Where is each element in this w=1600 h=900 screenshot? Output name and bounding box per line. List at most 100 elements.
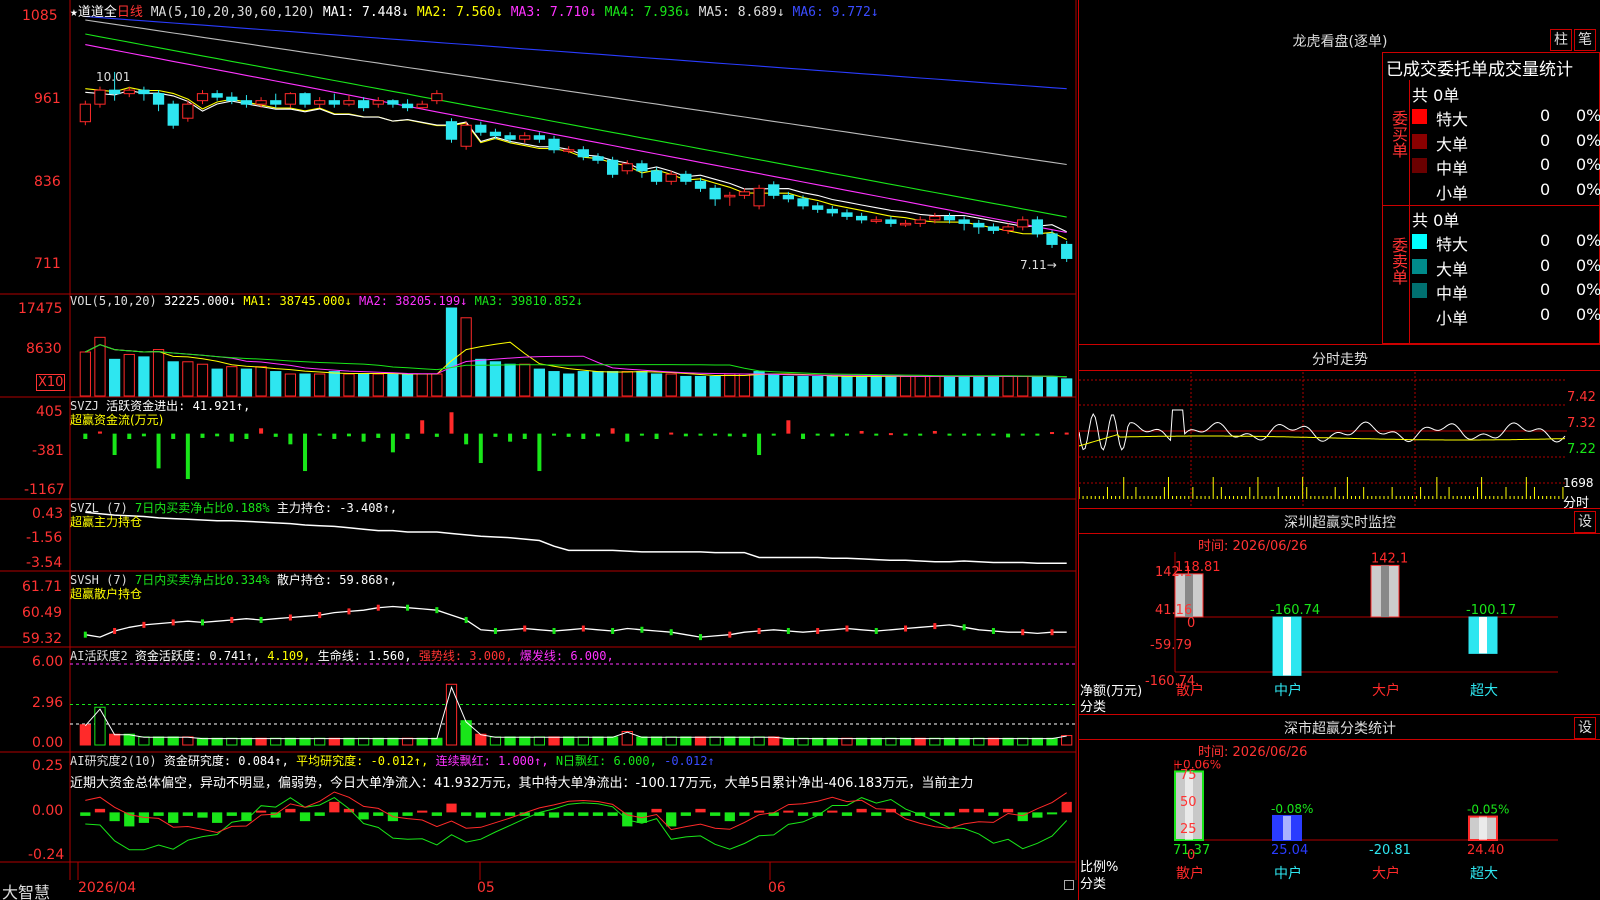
intraday-tick: 7.22	[1567, 442, 1596, 457]
fund-flow-bar	[405, 433, 410, 439]
activity-bar	[606, 736, 619, 746]
order-color-swatch	[1412, 308, 1427, 323]
retail-holding-mark	[757, 627, 761, 634]
candle-body	[782, 194, 795, 200]
research-bar	[182, 812, 193, 816]
order-row: 中单 0 0%	[1412, 279, 1600, 303]
fund-flow-bar	[801, 433, 806, 439]
candle-body	[445, 121, 458, 140]
order-color-swatch	[1412, 183, 1427, 198]
ai2-n: N日飘红: 6.000,	[555, 754, 657, 768]
candle-body	[152, 93, 165, 105]
research-bar	[651, 808, 662, 813]
research-bar	[695, 808, 706, 813]
candle-body	[958, 219, 970, 224]
candle-body	[138, 89, 150, 95]
order-type-label: 小单	[1436, 183, 1469, 203]
activity-bar	[577, 736, 589, 746]
activity-bar	[841, 737, 853, 746]
fund-flow-bar	[683, 433, 688, 437]
fund-flow-bar	[508, 433, 513, 442]
volume-bar	[196, 363, 209, 397]
research-bar	[988, 812, 999, 816]
candle-body	[357, 100, 370, 109]
monitor-category: 超大	[1470, 683, 1498, 699]
intraday-tick: 7.42	[1567, 390, 1596, 405]
ai2-axis-tick: -0.24	[28, 847, 65, 863]
volume-bar	[401, 373, 414, 397]
ma-label: MA(5,10,20,30,60,120)	[150, 5, 316, 20]
candle-body	[826, 208, 838, 214]
favorite-star-icon[interactable]: ★	[70, 5, 78, 20]
candle-body	[255, 100, 267, 105]
volume-bar	[636, 371, 648, 397]
candle-body	[1031, 219, 1044, 235]
volume-bar	[314, 373, 326, 397]
candle-body	[1017, 219, 1029, 228]
volume-bar	[240, 368, 253, 397]
candle-body	[738, 191, 751, 196]
lock-icon[interactable]	[1064, 880, 1074, 890]
monitor-bar-highlight	[1381, 565, 1389, 617]
candle-body	[196, 93, 209, 102]
intraday-chart[interactable]	[1079, 372, 1567, 507]
bar-view-button[interactable]: 柱	[1550, 29, 1572, 51]
intraday-tick: 7.32	[1567, 416, 1596, 431]
retail-holding-mark	[611, 627, 615, 634]
fund-flow-bar	[786, 420, 791, 434]
ai2-axis-tick: 0.25	[32, 758, 64, 774]
svzj-sub: 超赢资金流(万元)	[70, 413, 164, 427]
fund-flow-bar	[771, 433, 776, 436]
retail-holding-mark	[83, 631, 87, 638]
stats-settings-button[interactable]: 设	[1574, 717, 1596, 739]
candle-body	[753, 187, 765, 207]
volume-bar	[167, 361, 179, 397]
volume-bar	[138, 356, 150, 397]
activity-bar	[738, 736, 751, 746]
monitor-settings-button[interactable]: 设	[1574, 511, 1596, 533]
fund-flow-bar	[903, 433, 908, 436]
activity-bar	[694, 736, 707, 746]
fund-flow-bar	[215, 433, 220, 437]
fund-flow-bar	[259, 428, 264, 434]
retail-holding-mark	[904, 625, 908, 632]
retail-holding-mark	[113, 627, 117, 634]
candle-body	[973, 222, 985, 228]
stats-category: 散户	[1176, 865, 1204, 882]
tick-view-button[interactable]: 笔	[1574, 29, 1596, 51]
stats-chart: +0.06%71.37散户-0.08%25.04中户-20.81大户-0.05%…	[1173, 760, 1558, 882]
retail-holding-mark	[816, 627, 820, 634]
candle-body	[665, 173, 677, 182]
volume-bar	[738, 373, 751, 397]
candle-body	[328, 100, 340, 105]
research-bar	[402, 812, 413, 816]
activity-bar	[987, 737, 1000, 746]
stats-category-label: 分类	[1080, 877, 1107, 892]
candle-body	[79, 103, 91, 123]
activity-bar	[79, 724, 91, 746]
volume-bar	[182, 361, 194, 397]
stats-axis-tick: 0	[1187, 848, 1196, 863]
ai1-axis-tick: 0.00	[32, 735, 64, 751]
order-percent: 0%	[1576, 106, 1600, 125]
retail-holding-mark	[786, 627, 790, 634]
low-annotation: 7.11→	[1020, 258, 1057, 272]
volume-bar	[255, 366, 267, 397]
order-percent: 0%	[1576, 231, 1600, 250]
activity-bar	[138, 736, 150, 746]
research-bar	[783, 810, 794, 813]
svzj-axis-tick: -1167	[24, 482, 65, 498]
order-row: 特大 0 0%	[1412, 105, 1600, 129]
research-bar	[959, 808, 970, 813]
fund-flow-bar	[390, 433, 395, 453]
fund-flow-bar	[434, 433, 439, 437]
candle-body	[929, 215, 941, 221]
period-label[interactable]: 日线	[117, 5, 143, 20]
fund-flow-bar	[303, 433, 308, 472]
retail-holding-mark	[464, 616, 468, 623]
fund-flow-bar	[625, 433, 630, 442]
monitor-category: 中户	[1274, 682, 1302, 699]
research-bar	[314, 812, 325, 816]
fund-flow-bar	[976, 433, 981, 436]
candle-body	[284, 93, 297, 105]
